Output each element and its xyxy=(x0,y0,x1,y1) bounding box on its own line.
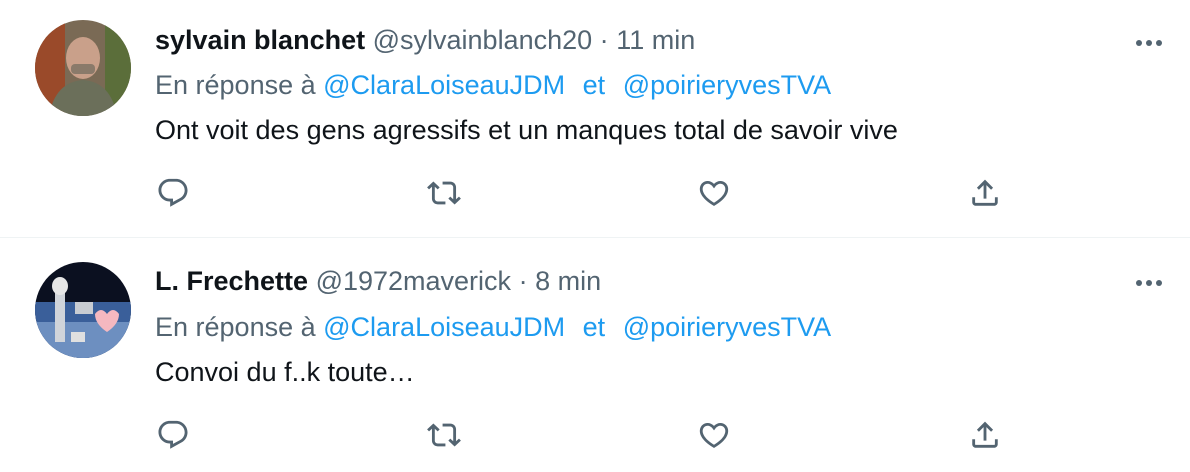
display-name[interactable]: sylvain blanchet xyxy=(155,25,365,55)
mention-link[interactable]: @ClaraLoiseauJDM xyxy=(323,312,565,342)
more-options-button[interactable] xyxy=(1136,273,1162,293)
tweet-text: Convoi du f..k toute… xyxy=(155,357,415,387)
reply-context: En réponse à @ClaraLoiseauJDM et @poirie… xyxy=(155,308,831,346)
mention-link[interactable]: @poirieryvesTVA xyxy=(623,312,831,342)
reply-context: En réponse à @ClaraLoiseauJDM et @poirie… xyxy=(155,66,831,104)
reply-button[interactable] xyxy=(153,415,193,455)
separator: · xyxy=(518,266,528,296)
more-icon xyxy=(1136,40,1142,46)
tweet[interactable]: L. Frechette @1972maverick · 8 min En ré… xyxy=(0,238,1190,472)
more-icon-dot xyxy=(1146,40,1152,46)
share-button[interactable] xyxy=(965,415,1005,455)
more-icon xyxy=(1136,280,1142,286)
retweet-button[interactable] xyxy=(424,173,464,213)
reply-icon xyxy=(158,420,188,449)
reply-conjunction: et xyxy=(582,312,606,342)
avatar[interactable] xyxy=(35,20,131,116)
reply-conjunction: et xyxy=(582,70,606,100)
timestamp[interactable]: 8 min xyxy=(535,266,601,296)
more-icon-dot xyxy=(1146,280,1152,286)
more-options-button[interactable] xyxy=(1136,33,1162,53)
avatar[interactable] xyxy=(35,262,131,358)
like-button[interactable] xyxy=(694,173,734,213)
user-handle[interactable]: @sylvainblanch20 xyxy=(373,25,593,55)
retweet-icon xyxy=(427,423,461,447)
more-icon-dot xyxy=(1156,40,1162,46)
user-handle[interactable]: @1972maverick xyxy=(316,266,512,296)
reply-prefix: En réponse à xyxy=(155,70,316,100)
heart-icon xyxy=(699,422,729,448)
tweet-text: Ont voit des gens agressifs et un manque… xyxy=(155,115,898,145)
timestamp[interactable]: 11 min xyxy=(616,25,695,55)
share-icon xyxy=(972,179,998,206)
reply-icon xyxy=(158,178,188,207)
tweet-header: sylvain blanchet @sylvainblanch20 · 11 m… xyxy=(155,20,695,60)
mention-link[interactable]: @poirieryvesTVA xyxy=(623,70,831,100)
retweet-button[interactable] xyxy=(424,415,464,455)
reply-prefix: En réponse à xyxy=(155,312,316,342)
like-button[interactable] xyxy=(694,415,734,455)
separator: · xyxy=(599,25,609,55)
more-icon-dot xyxy=(1156,280,1162,286)
reply-button[interactable] xyxy=(153,173,193,213)
share-icon xyxy=(972,421,998,448)
tweet[interactable]: sylvain blanchet @sylvainblanch20 · 11 m… xyxy=(0,0,1190,238)
heart-icon xyxy=(699,180,729,206)
mention-link[interactable]: @ClaraLoiseauJDM xyxy=(323,70,565,100)
retweet-icon xyxy=(427,181,461,205)
share-button[interactable] xyxy=(965,173,1005,213)
tweet-actions xyxy=(0,173,1190,213)
display-name[interactable]: L. Frechette xyxy=(155,266,308,296)
tweet-actions xyxy=(0,415,1190,455)
tweet-header: L. Frechette @1972maverick · 8 min xyxy=(155,261,601,301)
